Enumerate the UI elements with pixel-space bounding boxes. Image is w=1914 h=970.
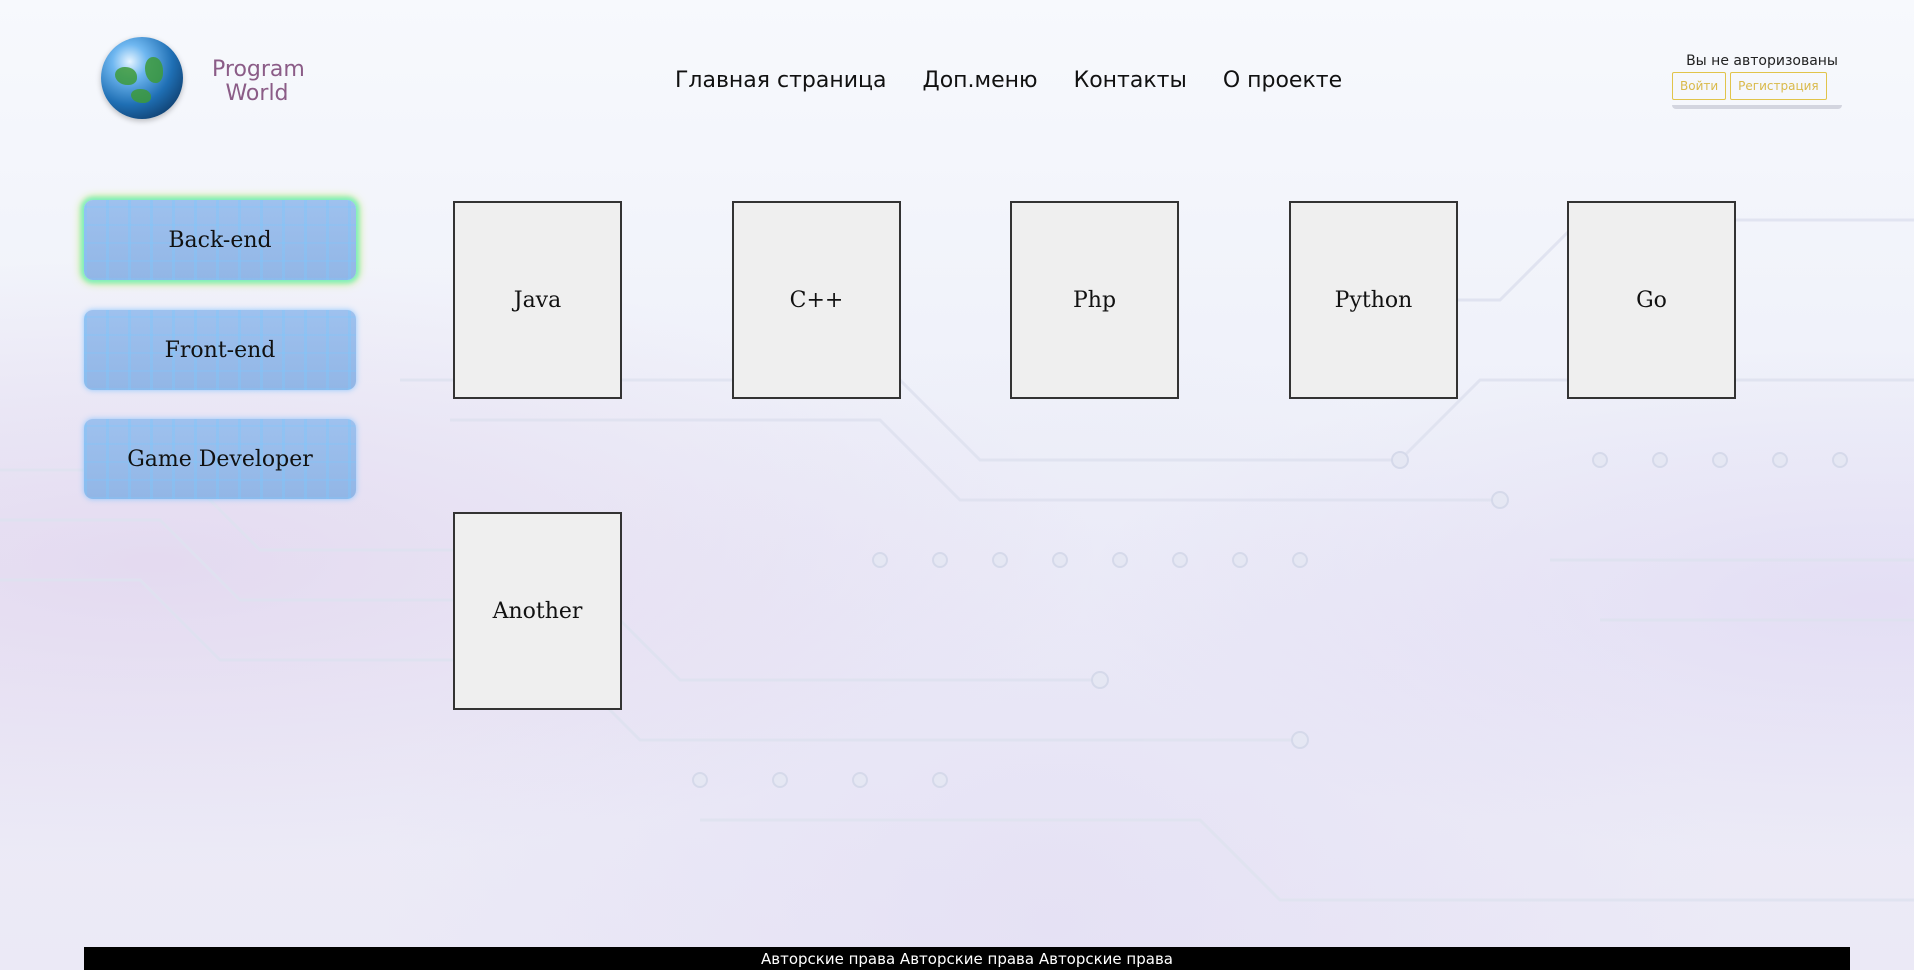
tile-php[interactable]: Php <box>1010 201 1179 399</box>
nav-about-link[interactable]: О проекте <box>1223 68 1342 93</box>
tile-cpp[interactable]: C++ <box>732 201 901 399</box>
nav-contacts-link[interactable]: Контакты <box>1074 68 1187 93</box>
logo-text[interactable]: Program World <box>212 57 305 106</box>
sidebar-item-frontend[interactable]: Front-end <box>84 310 356 390</box>
sidebar-item-game-developer[interactable]: Game Developer <box>84 419 356 499</box>
logo-globe-icon[interactable] <box>101 37 183 119</box>
auth-buttons: Войти Регистрация <box>1672 72 1842 109</box>
tile-go[interactable]: Go <box>1567 201 1736 399</box>
auth-status: Вы не авторизованы <box>1686 53 1838 69</box>
tile-another[interactable]: Another <box>453 512 622 710</box>
main-nav: Главная страница Доп.меню Контакты О про… <box>675 68 1342 93</box>
footer-copyright: Авторские права Авторские права Авторски… <box>84 947 1850 970</box>
logo-line-2: World <box>225 81 289 106</box>
tile-java[interactable]: Java <box>453 201 622 399</box>
nav-extra-menu-link[interactable]: Доп.меню <box>923 68 1038 93</box>
login-button[interactable]: Войти <box>1672 72 1727 100</box>
sidebar-item-backend[interactable]: Back-end <box>84 200 356 280</box>
nav-home-link[interactable]: Главная страница <box>675 68 887 93</box>
logo-line-1: Program <box>212 57 305 82</box>
register-button[interactable]: Регистрация <box>1730 72 1827 100</box>
auth-panel: Вы не авторизованы Войти Регистрация <box>1672 53 1852 109</box>
tile-python[interactable]: Python <box>1289 201 1458 399</box>
